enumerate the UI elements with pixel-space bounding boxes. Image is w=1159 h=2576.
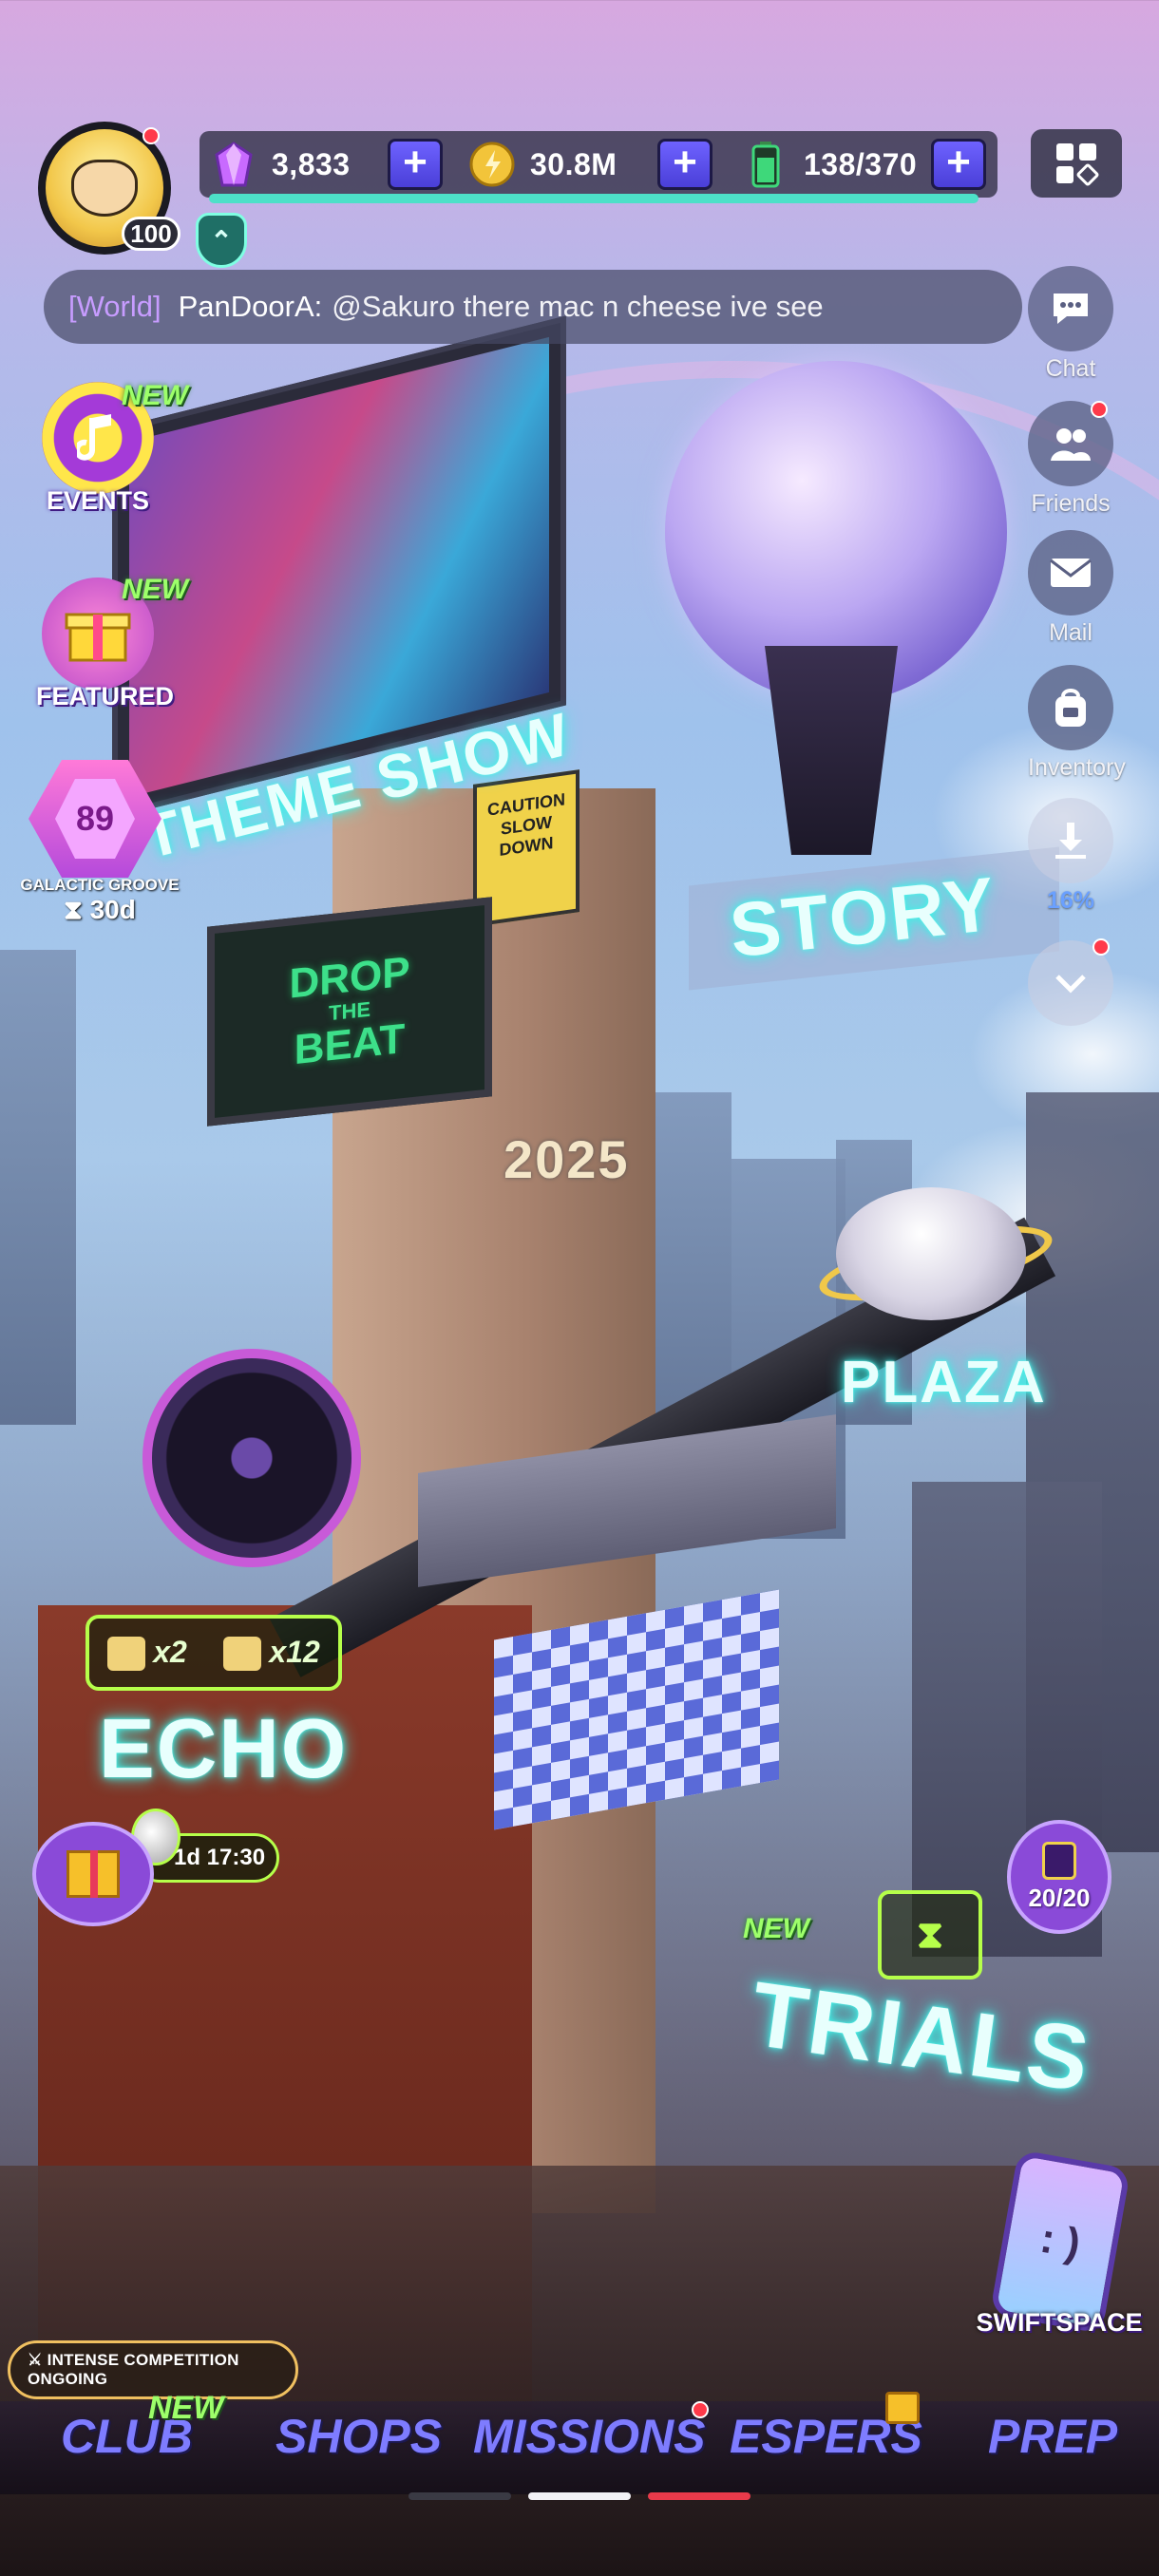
gift-icon <box>66 1850 120 1898</box>
page-indicator-inactive <box>408 2492 511 2500</box>
nav-shops[interactable]: SHOPS <box>276 2409 442 2464</box>
swiftspace-label[interactable]: SWIFTSPACE <box>969 2308 1150 2338</box>
add-gems-button[interactable]: + <box>388 139 443 190</box>
battery-icon <box>741 140 790 189</box>
backpack-icon <box>1028 665 1113 750</box>
disc-icon <box>223 1637 262 1672</box>
chat-channel: [World] <box>68 290 162 323</box>
chat-sender: PanDoorA: <box>178 290 323 323</box>
coin-count: 30.8M <box>530 146 618 181</box>
ticket-icon <box>1042 1841 1076 1880</box>
add-coins-button[interactable]: + <box>657 139 712 190</box>
chat-label: Chat <box>1045 355 1096 382</box>
trials-new-tag: NEW <box>743 1913 809 1944</box>
echo-record-disc[interactable] <box>142 1349 361 1567</box>
page-indicator-active <box>528 2492 631 2500</box>
gem-icon <box>209 140 258 189</box>
echo-reward-2: x12 <box>223 1634 320 1672</box>
drop-the-beat-screen: DROP THE BEAT <box>207 897 492 1127</box>
avatar-notification-dot <box>142 127 160 144</box>
grid-menu-icon <box>1056 143 1100 187</box>
card-icon <box>107 1637 146 1672</box>
featured-new-tag: NEW <box>122 574 188 605</box>
friends-label: Friends <box>1031 490 1111 517</box>
trials-hourglass-icon[interactable]: ⧗ <box>878 1890 982 1979</box>
echo-reward-counter[interactable]: x2 x12 <box>86 1615 342 1691</box>
friends-button[interactable]: Friends <box>1028 401 1113 518</box>
gem-resource: 3,833 <box>209 131 351 198</box>
echo-reward-1-value: x2 <box>153 1634 187 1669</box>
main-menu-button[interactable] <box>1031 129 1122 198</box>
featured-label: FEATURED <box>36 682 174 710</box>
stamina-ticket-button[interactable]: 20/20 <box>1007 1820 1112 1934</box>
year-sign: 2025 <box>504 1129 630 1189</box>
echo-reward-1: x2 <box>107 1635 187 1672</box>
chat-bubble-icon <box>1028 266 1113 351</box>
collapse-notification-dot <box>1092 938 1110 956</box>
groove-timer-value: 30d <box>89 895 136 924</box>
inventory-button[interactable]: Inventory <box>1028 665 1126 782</box>
nav-prep[interactable]: PREP <box>988 2409 1117 2464</box>
download-progress: 16% <box>1046 887 1095 914</box>
smiley-icon: : ) <box>1036 2214 1084 2268</box>
echo-label[interactable]: ECHO <box>99 1700 348 1797</box>
drop-text-line3: BEAT <box>294 1014 406 1074</box>
mail-icon <box>1028 530 1113 616</box>
groove-level: 89 <box>55 779 135 859</box>
download-icon <box>1028 798 1113 883</box>
avatar-face <box>71 160 138 217</box>
espers-gift-icon <box>885 2392 920 2424</box>
stamina-count: 138/370 <box>804 146 918 181</box>
gift-bubble-button[interactable] <box>32 1822 154 1926</box>
events-label: EVENTS <box>46 486 150 515</box>
events-new-tag: NEW <box>122 380 188 411</box>
drop-text-line1: DROP <box>289 948 410 1008</box>
echo-reward-2-value: x12 <box>269 1634 320 1669</box>
galactic-groove-label: GALACTIC GROOVE <box>20 876 180 894</box>
resource-bar: 3,833 + 30.8M + 138/370 + <box>200 131 998 198</box>
coin-icon <box>467 140 517 189</box>
coin-resource: 30.8M <box>467 131 617 198</box>
stamina-ticket-count: 20/20 <box>1028 1883 1091 1912</box>
chat-message: @Sakuro there mac n cheese ive see <box>332 290 824 323</box>
add-stamina-button[interactable]: + <box>931 139 986 190</box>
inventory-label: Inventory <box>1028 754 1126 781</box>
world-chat-bar[interactable]: [World] PanDoorA: @Sakuro there mac n ch… <box>44 270 1022 344</box>
plaza-planet[interactable] <box>836 1187 1026 1320</box>
chat-button[interactable]: Chat <box>1028 266 1113 383</box>
page-indicator-alert <box>648 2492 750 2500</box>
nav-missions[interactable]: MISSIONS <box>473 2409 705 2464</box>
club-new-tag: NEW <box>148 2390 224 2426</box>
friends-notification-dot <box>1091 401 1108 418</box>
mail-label: Mail <box>1049 619 1092 646</box>
download-button[interactable]: 16% <box>1028 798 1113 915</box>
plaza-label[interactable]: PLAZA <box>841 1349 1047 1416</box>
galactic-groove-timer: ⧗ 30d <box>64 895 136 924</box>
rank-chevron-icon[interactable]: ⌃ <box>196 213 247 268</box>
resource-progress-bar <box>209 194 978 203</box>
gem-count: 3,833 <box>272 146 351 181</box>
mail-button[interactable]: Mail <box>1028 530 1113 647</box>
missions-notification-dot <box>692 2401 709 2418</box>
player-level-badge: 100 <box>122 217 180 251</box>
stamina-resource: 138/370 <box>741 131 917 198</box>
